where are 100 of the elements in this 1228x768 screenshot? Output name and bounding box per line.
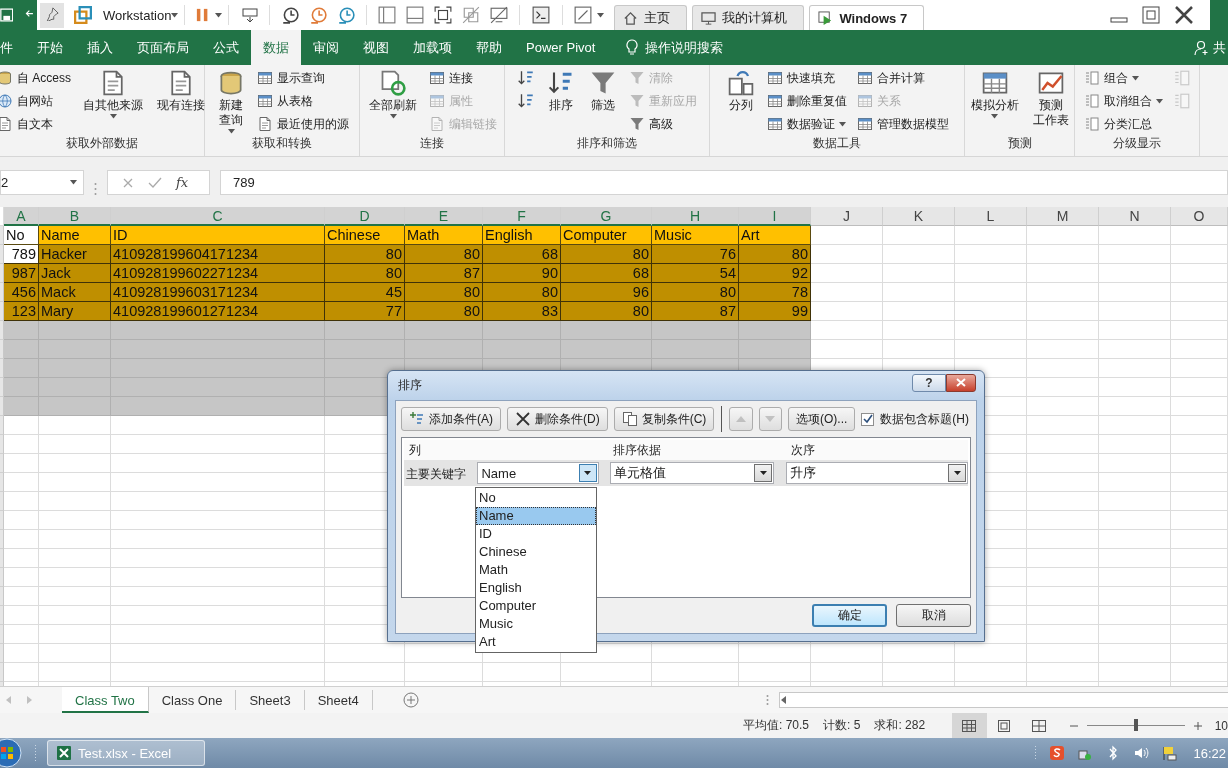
- column-header[interactable]: I: [739, 207, 811, 226]
- zoom-level[interactable]: 10: [1214, 718, 1228, 733]
- column-header[interactable]: M: [1027, 207, 1099, 226]
- formula-field[interactable]: 789: [220, 170, 1228, 195]
- ribbon-button[interactable]: 现有连接: [153, 68, 209, 135]
- table-cell: 410928199602271234: [111, 264, 325, 283]
- ribbon-tab[interactable]: Power Pivot: [514, 30, 608, 65]
- ribbon-button[interactable]: 最近使用的源: [255, 114, 351, 134]
- dropdown-option[interactable]: No: [476, 489, 596, 507]
- tell-me-search[interactable]: 操作说明搜索: [645, 38, 724, 57]
- ribbon-tab[interactable]: 页面布局: [125, 30, 201, 65]
- ribbon-tab[interactable]: 开始: [25, 30, 75, 65]
- table-cell: Art: [739, 226, 811, 245]
- ribbon-button[interactable]: 模拟分析: [966, 68, 1023, 135]
- dropdown-option[interactable]: Art: [476, 633, 596, 651]
- insert-function-button[interactable]: fx: [176, 175, 189, 190]
- dialog-button[interactable]: 确定: [812, 604, 887, 627]
- dropdown-option[interactable]: Music: [476, 615, 596, 633]
- table-cell: 123: [4, 302, 39, 321]
- dropdown-field[interactable]: 单元格值: [609, 462, 775, 484]
- vm-tab[interactable]: Windows 7: [809, 5, 925, 30]
- table-cell: 78: [739, 283, 811, 302]
- ribbon-button[interactable]: 删除重复值: [765, 91, 849, 111]
- column-header[interactable]: D: [325, 207, 405, 226]
- column-header[interactable]: J: [811, 207, 883, 226]
- column-header[interactable]: F: [483, 207, 561, 226]
- ribbon-tab[interactable]: 审阅: [301, 30, 351, 65]
- ribbon-button[interactable]: 自 Access: [0, 68, 73, 88]
- checkbox[interactable]: 数据包含标题(H): [861, 410, 969, 428]
- dropdown-field[interactable]: 升序: [786, 462, 968, 484]
- ribbon-button[interactable]: 快速填充: [765, 68, 849, 88]
- sort-level-row[interactable]: 主要关键字 Name 单元格值 升序: [404, 460, 968, 486]
- ribbon-tab[interactable]: 件: [0, 30, 25, 65]
- ribbon-button[interactable]: 从表格: [255, 91, 351, 111]
- ribbon-button[interactable]: 连接: [427, 68, 499, 88]
- ribbon-button[interactable]: 高级: [627, 114, 699, 134]
- ribbon-button[interactable]: 取消组合: [1081, 91, 1165, 111]
- sheet-tab[interactable]: Sheet4: [304, 690, 373, 710]
- machine-name: Workstation: [103, 7, 172, 23]
- table-cell: 87: [405, 264, 483, 283]
- column-header[interactable]: C: [111, 207, 325, 226]
- ribbon-button[interactable]: 分类汇总: [1081, 114, 1165, 134]
- column-header[interactable]: G: [561, 207, 652, 226]
- dropdown-option[interactable]: Computer: [476, 597, 596, 615]
- column-header[interactable]: E: [405, 207, 483, 226]
- ribbon-button[interactable]: 自其他来源: [79, 68, 147, 135]
- help-button[interactable]: ?: [912, 373, 946, 392]
- ribbon-tab[interactable]: 插入: [75, 30, 125, 65]
- dropdown-option[interactable]: Math: [476, 561, 596, 579]
- table-cell: 87: [652, 302, 739, 321]
- ribbon-button[interactable]: 全部刷新: [365, 68, 421, 135]
- column-header[interactable]: N: [1099, 207, 1171, 226]
- vm-tab[interactable]: 我的计算机: [692, 5, 805, 30]
- ribbon-tab[interactable]: 加载项: [401, 30, 464, 65]
- column-header[interactable]: B: [39, 207, 111, 226]
- dropdown-field[interactable]: Name: [477, 462, 599, 484]
- ribbon-button[interactable]: 新建 查询: [213, 68, 249, 135]
- column-header[interactable]: O: [1171, 207, 1228, 226]
- ribbon-tab[interactable]: 公式: [201, 30, 251, 65]
- column-header[interactable]: K: [883, 207, 955, 226]
- share-button[interactable]: 共: [1213, 38, 1226, 57]
- group-label: 预测: [1006, 135, 1033, 152]
- table-cell: Jack: [39, 264, 111, 283]
- dropdown-option[interactable]: Name: [476, 507, 596, 525]
- ribbon-button[interactable]: 合并计算: [855, 68, 951, 88]
- ribbon-button[interactable]: 自网站: [0, 91, 73, 111]
- column-header[interactable]: H: [652, 207, 739, 226]
- dropdown-option[interactable]: Chinese: [476, 543, 596, 561]
- ribbon-button[interactable]: 组合: [1081, 68, 1165, 88]
- column-header[interactable]: A: [4, 207, 39, 226]
- sheet-tab[interactable]: Class Two: [62, 687, 149, 713]
- table-cell: 80: [405, 283, 483, 302]
- table-cell: 80: [405, 245, 483, 264]
- ribbon-tab[interactable]: 视图: [351, 30, 401, 65]
- group-label: 连接: [419, 135, 445, 152]
- ribbon-button[interactable]: 显示查询: [255, 68, 351, 88]
- ribbon-button[interactable]: 筛选: [585, 68, 621, 135]
- column-header[interactable]: L: [955, 207, 1027, 226]
- ribbon-button[interactable]: 排序: [543, 68, 579, 135]
- ribbon-button[interactable]: 预测 工作表: [1028, 68, 1073, 135]
- column-heading: 次序: [789, 441, 816, 459]
- toolbar-button[interactable]: 复制条件(C): [613, 407, 715, 431]
- ribbon-button[interactable]: 分列: [723, 68, 759, 135]
- toolbar-button[interactable]: 添加条件(A): [401, 407, 501, 431]
- dropdown-option[interactable]: English: [476, 579, 596, 597]
- group-label: 获取外部数据: [65, 135, 139, 152]
- ribbon-tab[interactable]: 数据: [251, 30, 301, 65]
- sheet-tab[interactable]: Sheet3: [236, 690, 305, 710]
- ribbon-tab[interactable]: 帮助: [464, 30, 514, 65]
- name-box[interactable]: 2: [0, 170, 84, 195]
- vm-tab[interactable]: 主页: [614, 5, 688, 30]
- dropdown-option[interactable]: ID: [476, 525, 596, 543]
- ribbon-button[interactable]: 数据验证: [765, 114, 849, 134]
- dialog-button[interactable]: 取消: [896, 604, 971, 627]
- toolbar-button[interactable]: 选项(O)...: [788, 407, 856, 431]
- toolbar-button[interactable]: 删除条件(D): [507, 407, 608, 431]
- ribbon-button[interactable]: 管理数据模型: [855, 114, 951, 134]
- table-cell: 987: [4, 264, 39, 283]
- ribbon-button[interactable]: 自文本: [0, 114, 73, 134]
- sheet-tab[interactable]: Class One: [148, 690, 237, 710]
